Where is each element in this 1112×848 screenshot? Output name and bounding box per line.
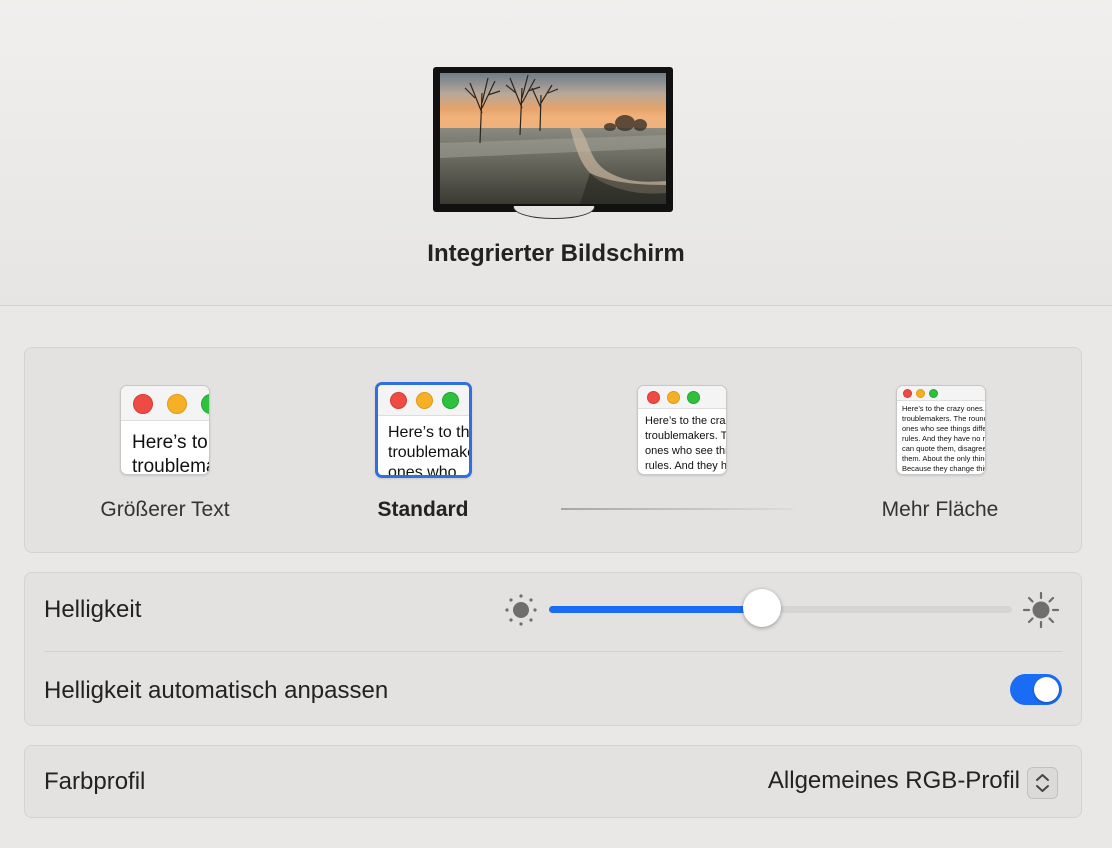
zoom-dot-icon [687, 391, 700, 404]
resolution-label-larger-text: Größerer Text [100, 498, 230, 521]
close-dot-icon [647, 391, 660, 404]
preview-text: Here’s to the troublemakers ones who [388, 424, 469, 478]
resolution-scale-line [561, 508, 793, 510]
close-dot-icon [903, 389, 912, 398]
resolution-label-standard: Standard [377, 498, 469, 521]
resolution-option-more-space-1[interactable]: Here’s to the crazy ones troublemakers. … [637, 385, 727, 475]
brightness-label: Helligkeit [44, 596, 142, 623]
resolution-option-more-space[interactable]: Here’s to the crazy ones. The misfits tr… [896, 385, 986, 475]
resolution-option-larger-text[interactable]: Here’s to the crazy ones troublemakers [120, 385, 210, 475]
wallpaper-image [440, 73, 666, 204]
minimize-dot-icon [416, 392, 433, 409]
sun-dim-icon [505, 594, 537, 626]
close-dot-icon [133, 394, 153, 414]
resolution-option-standard[interactable]: Here’s to the troublemakers ones who [375, 382, 472, 478]
color-profile-value[interactable]: Allgemeines RGB-Profil [768, 767, 1020, 795]
preview-text: Here’s to the crazy ones troublemakers [132, 432, 209, 475]
preview-text: Here’s to the crazy ones. The misfits tr… [902, 404, 985, 473]
minimize-dot-icon [916, 389, 925, 398]
color-profile-popup-button[interactable] [1027, 767, 1058, 799]
row-separator [44, 651, 1062, 652]
sun-bright-icon [1022, 591, 1060, 629]
brightness-slider-fill [549, 606, 762, 613]
resolution-label-more-space: Mehr Fläche [881, 498, 999, 521]
toggle-knob [1034, 677, 1059, 702]
auto-brightness-toggle[interactable] [1010, 674, 1062, 705]
zoom-dot-icon [929, 389, 938, 398]
chevron-up-down-icon [1036, 774, 1049, 792]
brightness-slider-thumb[interactable] [742, 589, 781, 627]
monitor-illustration [433, 67, 673, 212]
close-dot-icon [390, 392, 407, 409]
display-name: Integrierter Bildschirm [427, 240, 685, 267]
minimize-dot-icon [667, 391, 680, 404]
minimize-dot-icon [167, 394, 187, 414]
color-profile-label: Farbprofil [44, 768, 146, 795]
preview-text: Here’s to the crazy ones troublemakers. … [645, 415, 726, 472]
auto-brightness-label: Helligkeit automatisch anpassen [44, 677, 389, 704]
zoom-dot-icon [442, 392, 459, 409]
